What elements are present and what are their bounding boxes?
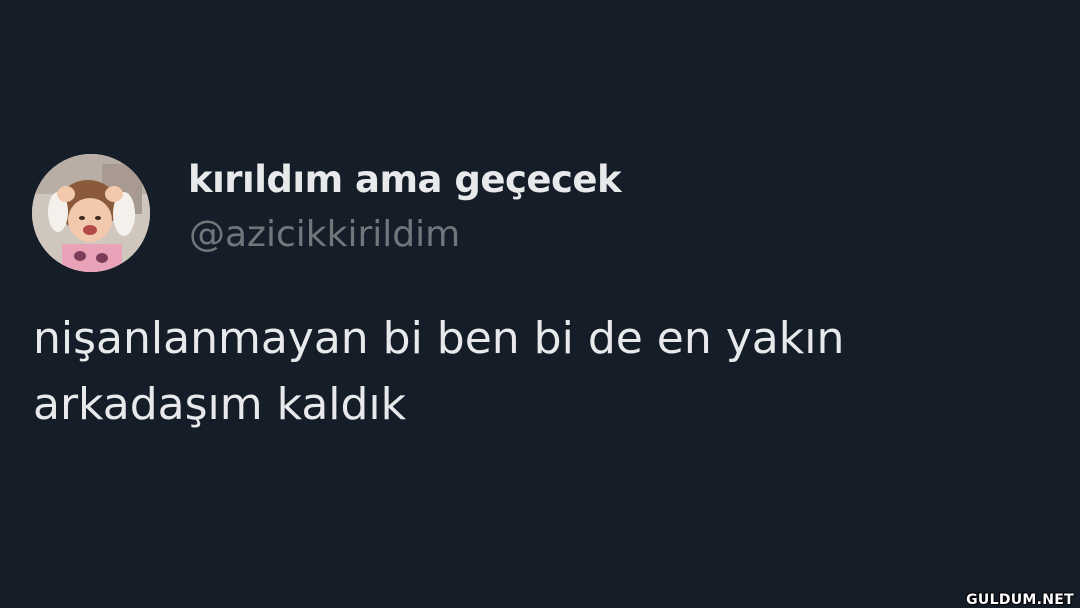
site-watermark: GULDUM.NET [966,592,1074,608]
user-handle[interactable]: @azicikkirildim [189,214,460,255]
tweet-text-line: nişanlanmayan bi ben bi de en yakın [33,313,845,364]
tweet-text: nişanlanmayan bi ben bi de en yakın arka… [33,306,1033,438]
tweet-text-line: arkadaşım kaldık [33,379,407,430]
avatar-image [32,154,150,272]
display-name[interactable]: kırıldım ama geçecek [188,158,622,201]
profile-avatar[interactable] [32,154,150,272]
tweet-card: kırıldım ama geçecek @azicikkirildim niş… [0,0,1080,608]
